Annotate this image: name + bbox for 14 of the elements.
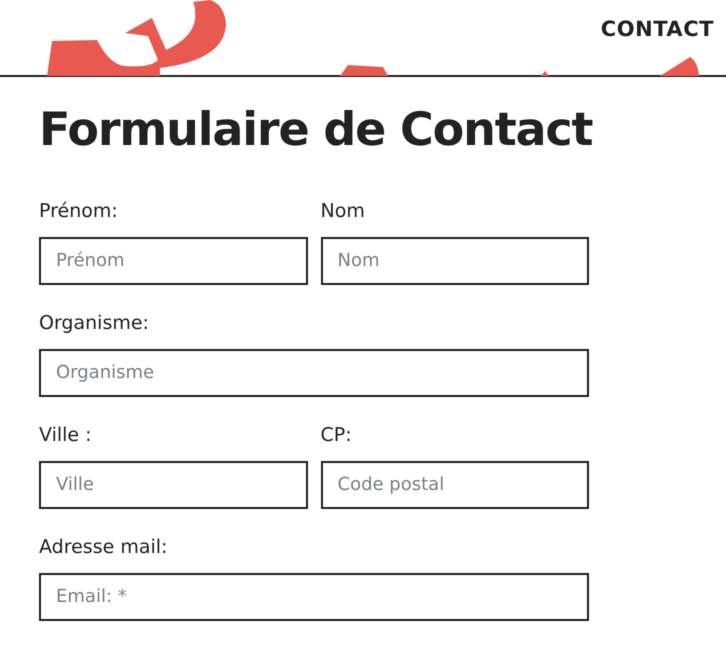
page-title: Formulaire de Contact: [39, 101, 592, 158]
input-field[interactable]: Organisme: [39, 348, 589, 396]
input-field[interactable]: Email: *: [39, 572, 589, 620]
field-label: Prénom:: [39, 198, 119, 222]
field-label: Adresse mail:: [39, 534, 168, 558]
input-field[interactable]: Prénom: [39, 236, 308, 284]
contact-nav-link[interactable]: CONTACT: [600, 14, 714, 46]
field-label: Nom: [320, 198, 366, 222]
input-field[interactable]: Nom: [320, 236, 589, 284]
field-label: CP:: [320, 422, 353, 446]
input-field[interactable]: Code postal: [320, 460, 589, 508]
field-label: Ville :: [39, 422, 93, 446]
field-label: Organisme:: [39, 310, 150, 334]
input-field[interactable]: Ville: [39, 460, 308, 508]
